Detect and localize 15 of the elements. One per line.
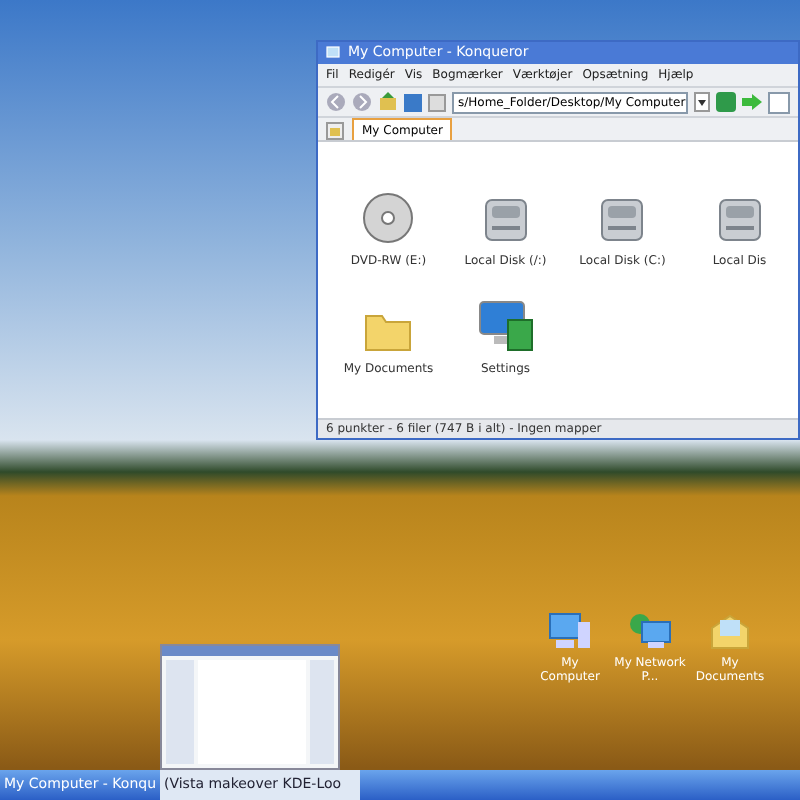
computer-icon — [548, 612, 592, 652]
search-field[interactable] — [768, 91, 790, 113]
dropdown-icon[interactable] — [694, 92, 710, 112]
go-icon[interactable] — [742, 94, 762, 110]
network-icon — [628, 612, 672, 652]
hard-drive-icon — [598, 196, 647, 244]
new-tab-icon[interactable] — [326, 122, 344, 140]
computer-icon — [326, 46, 340, 60]
folder-up-icon[interactable] — [378, 92, 398, 112]
disc-icon — [362, 192, 415, 244]
back-icon[interactable] — [326, 92, 346, 112]
forward-icon[interactable] — [352, 92, 372, 112]
hard-drive-icon — [715, 196, 764, 244]
hard-drive-icon — [481, 196, 530, 244]
monitor-icon — [477, 300, 534, 352]
